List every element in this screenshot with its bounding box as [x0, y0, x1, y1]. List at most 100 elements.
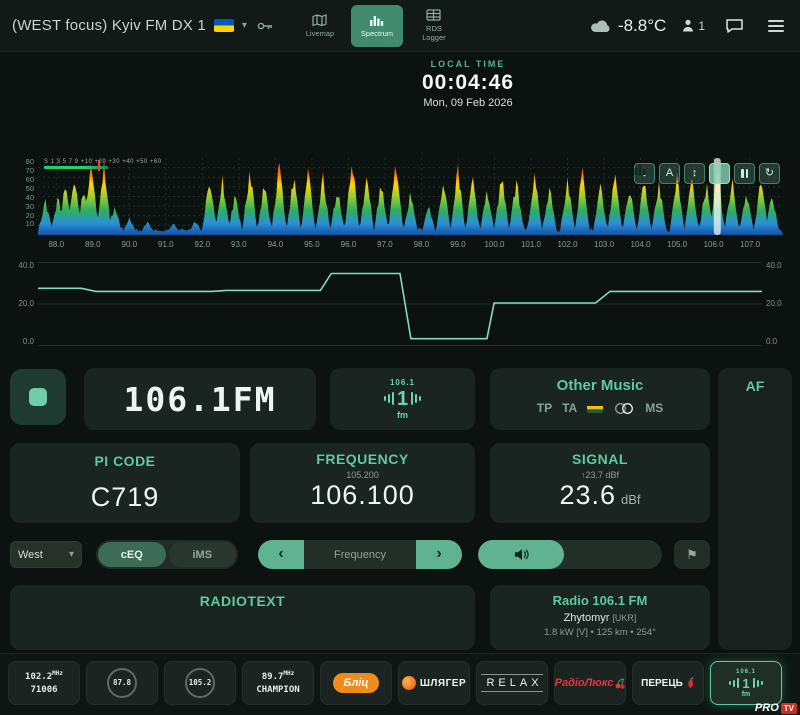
spectrum-analyzer: 8070605040302010 — [8, 158, 792, 260]
preset-station-1[interactable]: 102.2MHz 71006 — [8, 661, 80, 705]
lithuania-flag-icon — [587, 403, 603, 413]
cherry-icon — [615, 677, 625, 689]
pi-code-label: PI CODE — [10, 453, 240, 469]
logo-bars-left — [384, 392, 394, 405]
volume-slider[interactable] — [478, 540, 662, 569]
station-ring-logo: 87.8 — [107, 668, 137, 698]
s-meter-needle — [98, 160, 100, 171]
nav-label: RDS Logger — [414, 24, 454, 42]
spectrum-graph-toggle[interactable] — [709, 163, 730, 184]
preset-station-perets[interactable]: ПЕРЕЦЬ — [632, 661, 704, 705]
menu-button[interactable] — [764, 16, 788, 36]
rds-flags-row: TP TA MS — [490, 401, 710, 415]
chat-icon — [725, 18, 744, 34]
signal-y-axis-left: 40.020.00.0 — [8, 262, 34, 346]
chat-button[interactable] — [721, 14, 748, 38]
spectrum-pause-button[interactable] — [734, 163, 755, 184]
spectrum-scale-button[interactable]: ↕ — [684, 163, 705, 184]
spectrum-plot[interactable]: S 1 3 5 7 9 +10 +20 +30 +40 +50 +60 ↓ A … — [38, 158, 783, 235]
chevron-down-icon: ▾ — [242, 20, 247, 31]
frequency-display-value: 106.1FM — [123, 380, 276, 419]
pi-code-value: C719 — [10, 482, 240, 513]
watermark-pro: PRO — [755, 702, 779, 714]
perets-logo: ПЕРЕЦЬ — [641, 677, 695, 689]
preset-station-current[interactable]: 106.1 1 fm — [710, 661, 782, 705]
nav-spectrum[interactable]: Spectrum — [351, 5, 403, 47]
ms-flag: MS — [645, 401, 663, 415]
ta-flag: TA — [562, 401, 577, 415]
nav-label: Livemap — [306, 29, 334, 38]
preset-unit: MHz — [283, 670, 294, 677]
s-meter-bar — [44, 166, 108, 169]
logo-bars-left — [729, 678, 739, 688]
shlyager-label: ШЛЯГЕР — [420, 678, 466, 689]
preset-station-shlyager[interactable]: ШЛЯГЕР — [398, 661, 470, 705]
preset-freq: 87.8 — [113, 678, 131, 687]
pepper-icon — [686, 677, 695, 689]
map-icon — [312, 14, 327, 26]
station-logo-panel: 106.1 1 fm — [330, 368, 475, 430]
station-logo: 106.1 1 fm — [384, 379, 421, 420]
preset-freq: 89.7 — [262, 672, 284, 682]
af-header: AF — [718, 378, 792, 394]
pi-code-card: PI CODE C719 — [10, 443, 240, 523]
admin-key-button[interactable] — [257, 19, 274, 33]
preset-station-3[interactable]: 105.2 — [164, 661, 236, 705]
preset-name: CHAMPION — [256, 684, 299, 698]
preset-station-lux[interactable]: РадіоЛюкс — [554, 661, 626, 705]
preset-station-4[interactable]: 89.7MHz CHAMPION — [242, 661, 314, 705]
square-toggle-button[interactable] — [10, 369, 66, 425]
preset-station-2[interactable]: 87.8 — [86, 661, 158, 705]
signal-plot — [38, 262, 762, 346]
af-list-panel[interactable]: AF — [718, 368, 792, 650]
fm-dx-app: (WEST focus) Kyiv FM DX 1 ▾ Livemap — [0, 0, 800, 715]
watermark-tv: TV — [781, 703, 797, 714]
nav-livemap[interactable]: Livemap — [294, 5, 346, 47]
frequency-display: 106.1FM — [84, 368, 316, 430]
radiotext-header: RADIOTEXT — [10, 593, 475, 609]
logo-frequency: 106.1 — [729, 669, 762, 675]
main-nav: Livemap Spectrum RDS Logger — [294, 5, 460, 47]
perets-label: ПЕРЕЦЬ — [641, 678, 683, 689]
chevron-left-icon: ‹ — [278, 545, 283, 563]
signal-y-axis-right: 40.020.00.0 — [766, 262, 792, 346]
preset-station-blitz[interactable]: Бліц — [320, 661, 392, 705]
station-name: Radio 106.1 FM — [490, 593, 710, 608]
station-city: Zhytomyr — [564, 612, 610, 624]
frequency-down-button[interactable]: ‹ — [258, 540, 304, 569]
weather-widget: -8.8°C — [590, 16, 666, 36]
listeners-count: 1 — [682, 19, 705, 33]
temperature-value: -8.8°C — [618, 16, 666, 36]
logo-one: 1 — [742, 677, 749, 690]
page-title: (WEST focus) Kyiv FM DX 1 — [12, 17, 206, 34]
signal-peak-value: 23.7 dBf — [585, 470, 619, 480]
logo-bars-right — [411, 392, 421, 405]
preset-freq: 105.2 — [189, 678, 212, 687]
header-right: -8.8°C 1 — [590, 14, 788, 38]
blitz-logo: Бліц — [333, 673, 380, 693]
current-station-logo: 106.1 1 fm — [729, 669, 762, 698]
region-select[interactable]: West ▾ — [10, 541, 82, 568]
spectrum-icon — [369, 14, 384, 26]
spectrum-auto-button[interactable]: A — [659, 163, 680, 184]
lux-logo: РадіоЛюкс — [555, 677, 626, 689]
ims-toggle[interactable]: iMS — [169, 542, 237, 567]
spectrum-refresh-button[interactable]: ↻ — [759, 163, 780, 184]
flag-button[interactable]: ⚑ — [674, 540, 710, 569]
orange-circle-icon — [402, 676, 416, 690]
volume-fill — [478, 540, 564, 569]
logo-frequency: 106.1 — [384, 379, 421, 387]
speaker-icon — [514, 548, 529, 561]
region-select-value: West — [18, 549, 43, 561]
nav-rds-logger[interactable]: RDS Logger — [408, 5, 460, 47]
signal-value: 23.6 — [559, 480, 616, 511]
stereo-icon — [613, 402, 635, 415]
ceq-toggle[interactable]: cEQ — [98, 542, 166, 567]
signal-label: SIGNAL — [490, 451, 710, 467]
preset-station-relax[interactable]: RELAX — [476, 661, 548, 705]
server-title-dropdown[interactable]: (WEST focus) Kyiv FM DX 1 ▾ — [12, 17, 247, 34]
key-icon — [257, 19, 274, 33]
frequency-card: FREQUENCY 105.200 106.100 — [250, 443, 475, 523]
chevron-right-icon: › — [436, 545, 441, 563]
frequency-up-button[interactable]: › — [416, 540, 462, 569]
